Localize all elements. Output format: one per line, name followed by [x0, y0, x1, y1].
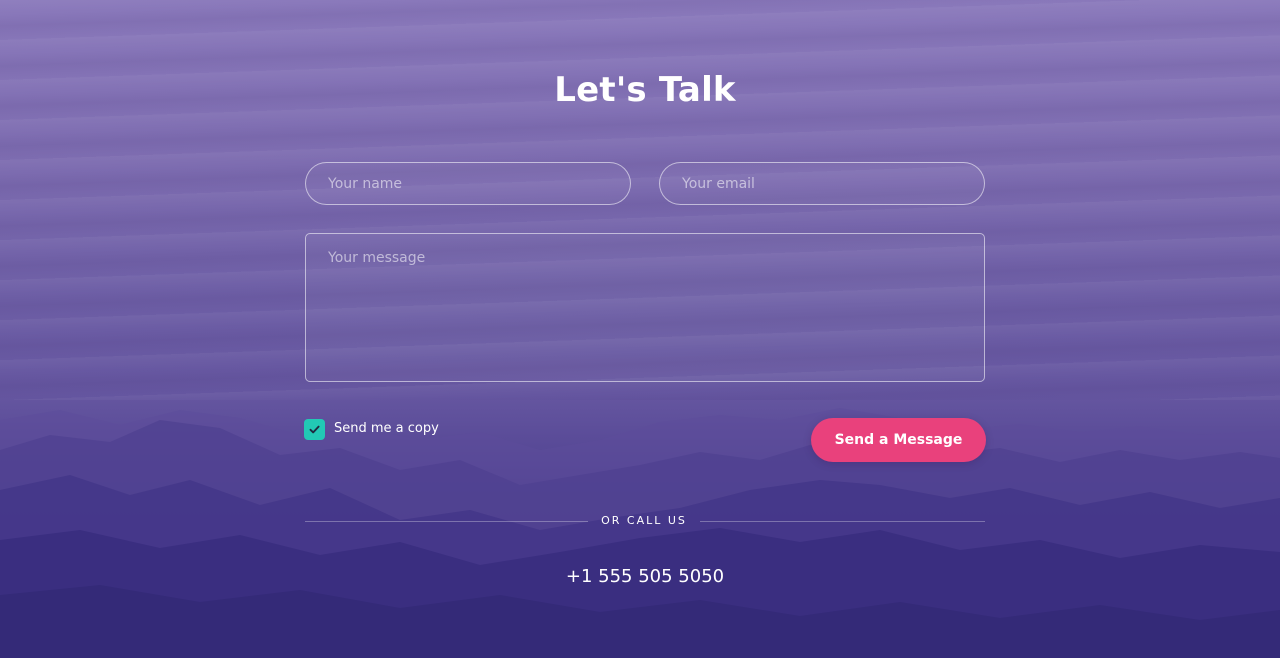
send-message-button[interactable]: Send a Message — [811, 418, 986, 462]
send-copy-checkbox[interactable] — [304, 419, 325, 440]
email-input[interactable] — [659, 162, 985, 205]
or-call-us-label: OR CALL US — [601, 514, 687, 527]
message-input[interactable] — [305, 233, 985, 382]
divider-right — [700, 521, 985, 522]
checkmark-icon — [309, 425, 320, 434]
contact-page: Let's Talk Send me a copy Send a Message… — [0, 0, 1280, 658]
name-input[interactable] — [305, 162, 631, 205]
divider-left — [305, 521, 588, 522]
send-copy-label[interactable]: Send me a copy — [334, 421, 439, 436]
phone-number[interactable]: +1 555 505 5050 — [0, 566, 1280, 587]
page-title: Let's Talk — [554, 70, 736, 110]
contact-form-section: Let's Talk Send me a copy Send a Message… — [0, 0, 1280, 658]
